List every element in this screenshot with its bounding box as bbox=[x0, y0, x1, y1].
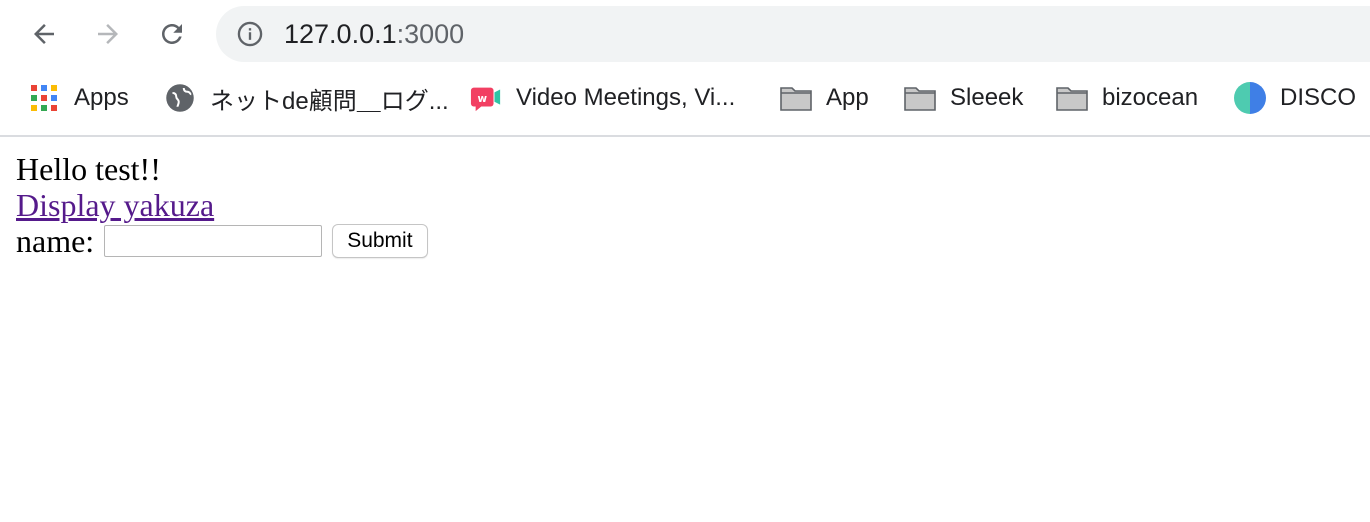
bookmarks-bar: Apps ネットde顧問＿ログ... w Video Meetings, Vi.… bbox=[0, 74, 1370, 122]
page-content: Hello test!! Display yakuza name: Submit bbox=[16, 151, 428, 259]
bookmark-label: ネットde顧問＿ログ... bbox=[210, 87, 449, 115]
apps-grid-icon bbox=[28, 82, 60, 114]
disco-icon bbox=[1234, 82, 1266, 114]
url-port: :3000 bbox=[396, 19, 465, 49]
greeting-text: Hello test!! bbox=[16, 151, 161, 187]
folder-icon bbox=[904, 82, 936, 114]
globe-icon bbox=[164, 82, 196, 114]
name-form: name: Submit bbox=[16, 223, 428, 259]
bookmark-label: DISCO bbox=[1280, 84, 1357, 111]
reload-button[interactable] bbox=[152, 14, 192, 54]
folder-icon bbox=[1056, 82, 1088, 114]
browser-chrome: 127.0.0.1:3000 Apps ネットde顧問＿ログ... w Vide… bbox=[0, 0, 1370, 137]
bookmark-label: Apps bbox=[74, 84, 129, 111]
submit-button[interactable]: Submit bbox=[332, 224, 428, 258]
svg-text:w: w bbox=[477, 93, 487, 105]
name-input[interactable] bbox=[104, 225, 323, 257]
bookmark-label: Video Meetings, Vi... bbox=[516, 84, 736, 111]
bookmark-apps[interactable]: Apps bbox=[28, 74, 129, 122]
url-host: 127.0.0.1 bbox=[284, 19, 397, 49]
bookmark-video-meetings[interactable]: w Video Meetings, Vi... bbox=[470, 74, 735, 122]
bookmark-label: Sleeek bbox=[950, 84, 1024, 111]
back-button[interactable] bbox=[24, 14, 64, 54]
bookmark-disco[interactable]: DISCO bbox=[1234, 74, 1356, 122]
bookmark-netde-komon[interactable]: ネットde顧問＿ログ... bbox=[164, 74, 449, 122]
forward-arrow-icon bbox=[93, 19, 123, 49]
back-arrow-icon bbox=[29, 19, 59, 49]
name-label: name: bbox=[16, 222, 95, 259]
reload-icon bbox=[157, 19, 187, 49]
bookmark-folder-bizocean[interactable]: bizocean bbox=[1056, 74, 1198, 122]
bookmark-folder-sleeek[interactable]: Sleeek bbox=[904, 74, 1023, 122]
display-yakuza-link[interactable]: Display yakuza bbox=[16, 187, 214, 223]
address-bar[interactable]: 127.0.0.1:3000 bbox=[216, 6, 1370, 62]
info-icon[interactable] bbox=[236, 20, 264, 48]
bookmark-label: App bbox=[826, 84, 869, 111]
bookmark-label: bizocean bbox=[1102, 84, 1199, 111]
folder-icon bbox=[780, 82, 812, 114]
url-text: 127.0.0.1:3000 bbox=[284, 20, 464, 48]
forward-button[interactable] bbox=[88, 14, 128, 54]
whereby-icon: w bbox=[470, 82, 502, 114]
bookmark-folder-app[interactable]: App bbox=[780, 74, 869, 122]
